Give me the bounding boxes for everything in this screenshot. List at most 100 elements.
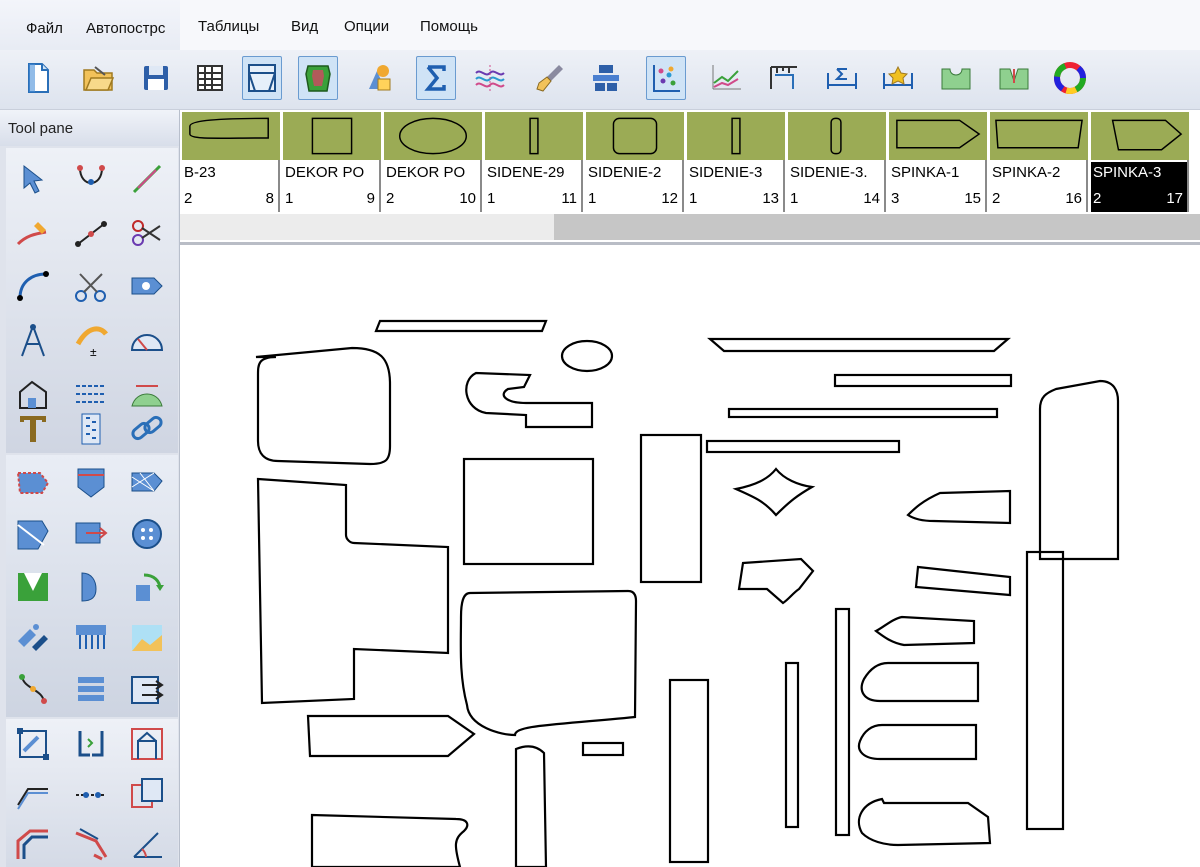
piece-card[interactable]: SIDENE-29 1 11	[483, 112, 583, 212]
mirror-piece-icon[interactable]	[68, 563, 114, 609]
curve-point-icon[interactable]	[68, 156, 114, 202]
pattern-piece[interactable]	[873, 615, 976, 647]
scissors-icon[interactable]	[68, 264, 114, 310]
piece-card[interactable]: SPINKA-1 3 15	[887, 112, 987, 212]
piece-card[interactable]: B-23 2 8	[180, 112, 280, 212]
piece-card[interactable]: SIDENIE-3 1 13	[685, 112, 785, 212]
angle-tool-icon[interactable]	[124, 821, 170, 867]
stack-icon[interactable]	[68, 667, 114, 713]
pattern-piece[interactable]	[727, 407, 999, 419]
route-icon[interactable]	[10, 667, 56, 713]
pattern-piece[interactable]	[857, 723, 978, 761]
pattern-piece[interactable]	[256, 477, 450, 705]
piece-outline-icon[interactable]	[10, 459, 56, 505]
cut-corner-icon[interactable]	[68, 821, 114, 867]
slope-line-icon[interactable]	[10, 771, 56, 817]
save-icon[interactable]	[136, 56, 176, 100]
layers-icon[interactable]	[586, 56, 626, 100]
pattern-piece[interactable]	[560, 339, 614, 373]
dimension-sigma-icon[interactable]	[822, 56, 862, 100]
point-connect-icon[interactable]	[68, 210, 114, 256]
dot-line-icon[interactable]	[68, 771, 114, 817]
pleat-icon[interactable]	[68, 615, 114, 661]
pattern-piece[interactable]	[514, 745, 548, 867]
piece-card[interactable]: DEKOR PO 1 9	[281, 112, 381, 212]
split-piece-icon[interactable]	[10, 511, 56, 557]
ruler-line-icon[interactable]	[124, 156, 170, 202]
measure-grid-icon[interactable]	[764, 56, 804, 100]
arc-icon[interactable]	[10, 264, 56, 310]
layout-canvas[interactable]	[180, 245, 1200, 867]
star-dimension-icon[interactable]	[878, 56, 918, 100]
pattern-piece[interactable]	[705, 439, 901, 454]
link-pieces-icon[interactable]	[10, 615, 56, 661]
tape-measure-icon[interactable]: ±	[68, 318, 114, 364]
protractor-icon[interactable]	[124, 318, 170, 364]
strip-scrollbar[interactable]	[180, 214, 1200, 240]
dart-icon[interactable]	[10, 563, 56, 609]
pattern-piece[interactable]	[1025, 550, 1065, 831]
pattern-piece[interactable]	[860, 661, 980, 703]
brush-icon[interactable]	[530, 56, 570, 100]
frame-piece-icon[interactable]	[124, 721, 170, 767]
shield-piece-icon[interactable]	[298, 56, 338, 100]
piece-card[interactable]: SPINKA-3 2 17	[1089, 112, 1189, 212]
rotate-piece-icon[interactable]	[124, 563, 170, 609]
menu-autobuild[interactable]: Автопострс	[86, 20, 180, 37]
pattern-piece[interactable]	[784, 661, 800, 829]
scissors-cut-icon[interactable]	[124, 210, 170, 256]
pattern-piece[interactable]	[906, 489, 1012, 525]
bounding-box-icon[interactable]	[10, 721, 56, 767]
button-icon[interactable]	[124, 511, 170, 557]
menu-view[interactable]: Вид	[291, 18, 318, 35]
chain-link-icon[interactable]	[124, 406, 170, 452]
compass-icon[interactable]	[10, 318, 56, 364]
pattern-piece[interactable]	[857, 797, 992, 847]
piece-card[interactable]: SPINKA-2 2 16	[988, 112, 1088, 212]
pattern-piece[interactable]	[306, 714, 476, 758]
move-piece-icon[interactable]	[68, 511, 114, 557]
scrollbar-thumb[interactable]	[554, 214, 1200, 240]
line-graph-icon[interactable]	[706, 56, 746, 100]
waves-icon[interactable]	[470, 56, 510, 100]
grid-table-icon[interactable]	[190, 56, 230, 100]
pocket-icon[interactable]	[68, 459, 114, 505]
overlay-pieces-icon[interactable]	[124, 771, 170, 817]
scatter-icon[interactable]	[646, 56, 686, 100]
select-arrow-icon[interactable]	[10, 156, 56, 202]
pattern-piece[interactable]	[914, 565, 1012, 597]
window-frame-icon[interactable]	[242, 56, 282, 100]
pattern-piece[interactable]	[459, 589, 638, 737]
curve-u-icon[interactable]	[936, 56, 976, 100]
pattern-piece[interactable]	[834, 607, 851, 837]
landscape-icon[interactable]	[124, 615, 170, 661]
lock-pieces-icon[interactable]	[358, 56, 398, 100]
pattern-piece[interactable]	[465, 371, 594, 429]
offset-corner-icon[interactable]	[10, 821, 56, 867]
piece-card[interactable]: SIDENIE-2 1 12	[584, 112, 684, 212]
export-arrow-icon[interactable]	[124, 667, 170, 713]
pattern-piece[interactable]	[732, 467, 816, 517]
new-file-icon[interactable]	[18, 56, 58, 100]
pattern-piece[interactable]	[1038, 379, 1120, 561]
color-wheel-icon[interactable]	[1050, 56, 1090, 100]
pattern-piece[interactable]	[833, 373, 1013, 388]
pattern-piece[interactable]	[255, 346, 392, 466]
pattern-piece[interactable]	[581, 741, 625, 757]
text-tool-icon[interactable]	[10, 406, 56, 452]
piece-card[interactable]: DEKOR PO 2 10	[382, 112, 482, 212]
quilt-piece-icon[interactable]	[124, 459, 170, 505]
curve-v-icon[interactable]	[994, 56, 1034, 100]
pattern-piece[interactable]	[707, 337, 1011, 353]
pattern-piece[interactable]	[462, 457, 595, 566]
menu-tables[interactable]: Таблицы	[198, 18, 259, 35]
align-pieces-icon[interactable]	[68, 721, 114, 767]
zipper-icon[interactable]	[68, 406, 114, 452]
pattern-piece[interactable]	[310, 813, 469, 867]
sigma-icon[interactable]	[416, 56, 456, 100]
open-folder-icon[interactable]	[78, 56, 118, 100]
menu-file[interactable]: Файл	[26, 20, 63, 37]
menu-options[interactable]: Опции	[344, 18, 389, 35]
pattern-piece[interactable]	[374, 319, 548, 333]
pattern-piece[interactable]	[668, 678, 710, 864]
